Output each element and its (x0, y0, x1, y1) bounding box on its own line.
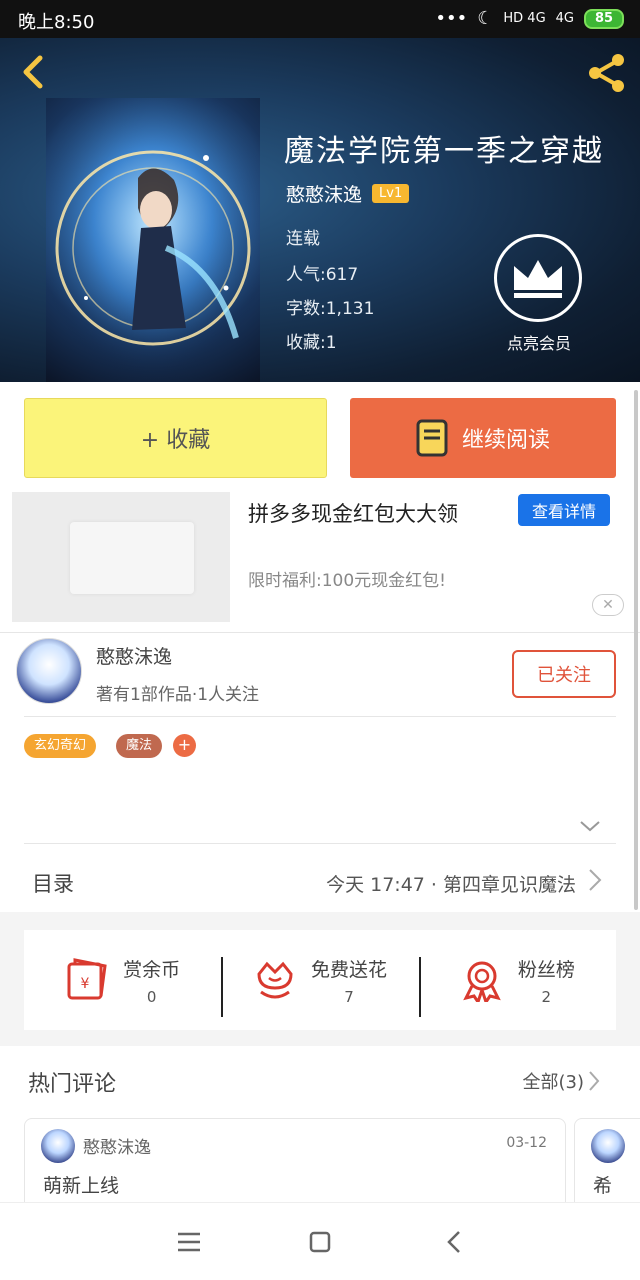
crown-icon (514, 260, 562, 298)
book-cover[interactable] (46, 98, 260, 382)
reward-count: 0 (146, 987, 157, 1006)
vip-circle (494, 234, 582, 322)
ad-close-button[interactable]: ✕ (592, 594, 624, 616)
author-row: 憨憨沫逸 Lv1 (286, 180, 410, 207)
reward-name: 赏余币 (123, 958, 181, 981)
vip-button[interactable]: 点亮会员 (494, 234, 584, 354)
reward-flowers[interactable]: 免费送花 7 (221, 955, 418, 1017)
comment-user: 憨憨沫逸 (83, 1138, 151, 1158)
home-icon[interactable] (305, 1227, 335, 1257)
comments-title: 热门评论 (28, 1072, 117, 1097)
chevron-left-icon (23, 55, 43, 89)
signal-icon-2: 4G (555, 11, 574, 26)
tag-fantasy[interactable]: 玄幻奇幻 (24, 734, 97, 758)
hot-comments-section: 热门评论 全部(3) 憨憨沫逸 03-12 萌新上线 希 (0, 1046, 640, 1202)
follow-button[interactable]: 已关注 (512, 650, 616, 698)
book-header: 魔法学院第一季之穿越 憨憨沫逸 Lv1 连载 人气:617 字数:1,131 收… (0, 38, 640, 382)
reward-name: 免费送花 (310, 958, 387, 981)
ad-image-card (70, 522, 194, 594)
signal-icon: HD 4G (503, 11, 546, 26)
status-bar: 晚上8:50 ••• ☾ HD 4G 4G 85 (0, 0, 640, 38)
level-badge: Lv1 (372, 184, 410, 203)
reward-name: 粉丝榜 (517, 958, 575, 981)
medal-icon (463, 961, 501, 1002)
comment-date: 03-12 (506, 1135, 547, 1151)
tag-magic[interactable]: 魔法 (116, 734, 163, 758)
reward-count: 7 (344, 987, 354, 1006)
vip-label: 点亮会员 (506, 334, 571, 353)
svg-text:¥: ¥ (81, 976, 90, 992)
book-word-count: 字数:1,131 (286, 299, 375, 319)
all-comments-link[interactable]: 全部(3) (523, 1068, 585, 1094)
avatar[interactable] (41, 1129, 75, 1163)
book-icon (416, 419, 448, 457)
system-nav-bar (0, 1202, 640, 1280)
menu-icon[interactable] (174, 1227, 204, 1257)
avatar[interactable] (16, 638, 82, 704)
continue-reading-button[interactable]: 继续阅读 (350, 398, 616, 478)
chevron-right-icon (589, 869, 602, 891)
back-nav-icon[interactable] (440, 1227, 470, 1257)
comment-card-next[interactable]: 希 (574, 1118, 640, 1202)
red-envelope-icon: ¥ (67, 958, 107, 1000)
continue-reading-label: 继续阅读 (461, 428, 550, 453)
moon-icon: ☾ (477, 8, 494, 29)
divider (24, 716, 616, 717)
comment-text: 萌新上线 (43, 1175, 120, 1197)
ad-image[interactable] (12, 492, 230, 622)
battery-icon: 85 (584, 8, 624, 29)
ad-subtitle: 限时福利:100元现金红包! (248, 571, 446, 591)
ad-title[interactable]: 拼多多现金红包大大领 (248, 498, 458, 528)
table-of-contents-row[interactable]: 目录 今天 17:47 · 第四章见识魔法 (24, 844, 616, 918)
divider (0, 632, 640, 633)
book-title: 魔法学院第一季之穿越 (284, 134, 604, 169)
reward-fans[interactable]: 粉丝榜 2 (418, 955, 616, 1017)
toc-label: 目录 (32, 872, 74, 896)
share-icon (589, 54, 624, 92)
reward-coins[interactable]: ¥ 赏余币 0 (24, 955, 221, 1006)
status-icons: ••• ☾ HD 4G 4G 85 (435, 8, 624, 29)
add-tag-button[interactable]: + (173, 734, 196, 757)
latest-chapter: 今天 17:47 · 第四章见识魔法 (326, 874, 576, 896)
book-favorites: 收藏:1 (286, 333, 337, 353)
author-name[interactable]: 憨憨沫逸 (96, 642, 172, 669)
book-author[interactable]: 憨憨沫逸 (286, 180, 362, 207)
book-status: 连载 (286, 229, 320, 249)
comment-text-preview: 希 (593, 1175, 613, 1197)
comment-card[interactable]: 憨憨沫逸 03-12 萌新上线 (24, 1118, 566, 1202)
status-time: 晚上8:50 (18, 12, 95, 33)
chevron-down-icon (580, 821, 600, 832)
scrollbar[interactable] (634, 390, 638, 910)
add-favorite-button[interactable]: + 收藏 (24, 398, 327, 478)
expand-button[interactable] (578, 818, 602, 834)
chevron-right-icon (589, 1071, 600, 1091)
more-icon: ••• (435, 8, 468, 29)
avatar (591, 1129, 625, 1163)
author-stats: 著有1部作品·1人关注 (96, 685, 260, 705)
reward-count: 2 (541, 987, 552, 1006)
ad-details-button[interactable]: 查看详情 (518, 494, 610, 526)
book-detail-panel: + 收藏 继续阅读 拼多多现金红包大大领 查看详情 限时福利:100元现金红包!… (0, 382, 640, 912)
cover-illustration (46, 98, 260, 382)
back-button[interactable] (14, 52, 54, 92)
share-button[interactable] (584, 50, 630, 96)
book-popularity: 人气:617 (286, 265, 359, 285)
flower-icon (257, 961, 293, 999)
rewards-bar: ¥ 赏余币 0 免费送花 7 粉丝榜 2 (24, 930, 616, 1030)
